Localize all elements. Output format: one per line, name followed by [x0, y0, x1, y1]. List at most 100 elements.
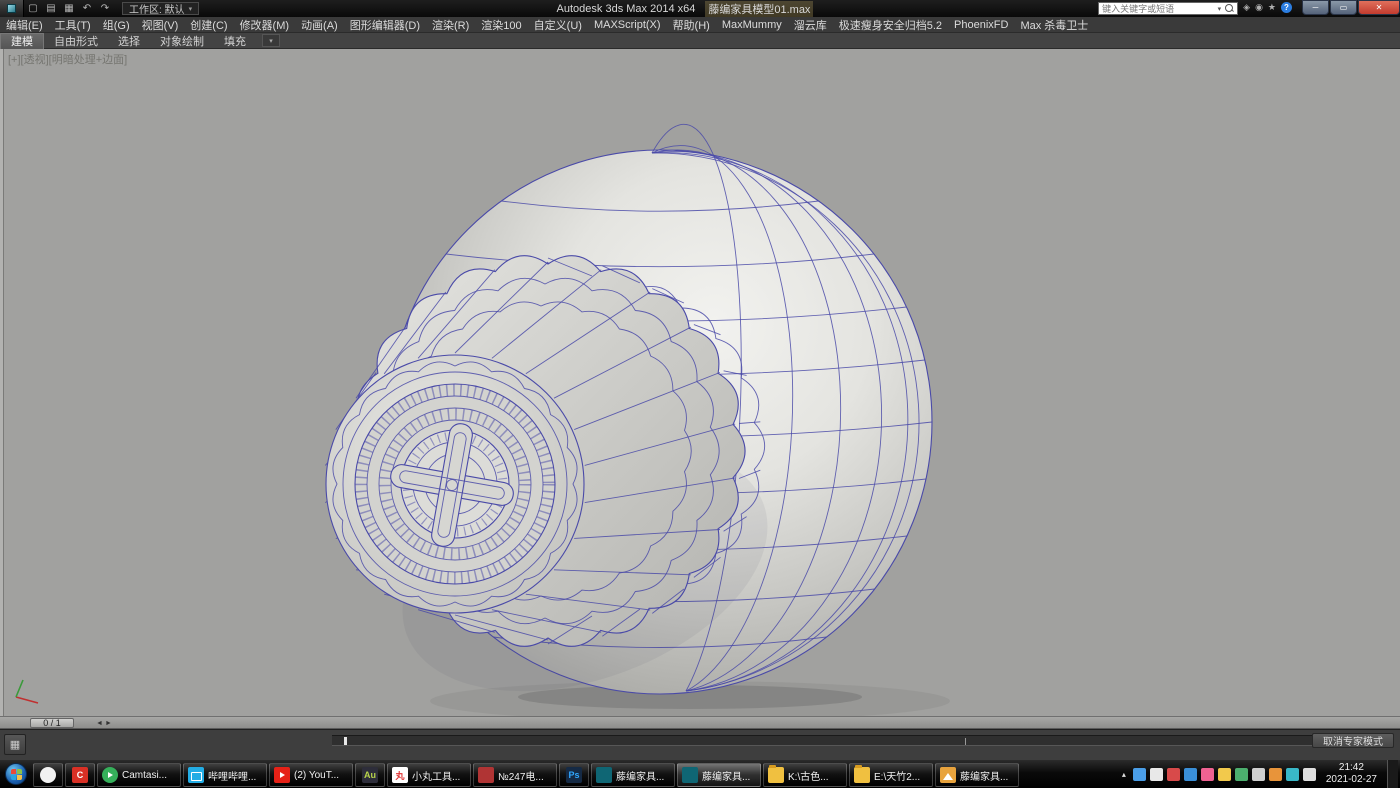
- minimize-button[interactable]: ─: [1302, 0, 1329, 15]
- taskbar-window-camtasia[interactable]: Camtasi...: [97, 763, 181, 787]
- menu-group[interactable]: 组(G): [97, 17, 136, 33]
- menu-rendering[interactable]: 渲染(R): [426, 17, 475, 33]
- scene-object-knob[interactable]: [0, 49, 1400, 716]
- xiaowan-toolbox-icon: 丸: [392, 767, 408, 783]
- new-scene-icon[interactable]: ▢: [24, 1, 42, 16]
- world-axis-gizmo: [16, 680, 38, 703]
- menu-modifiers[interactable]: 修改器(M): [234, 17, 296, 33]
- menu-phoenixfd[interactable]: PhoenixFD: [948, 17, 1014, 33]
- next-frame-button[interactable]: ►: [105, 720, 112, 727]
- ribbon-minimize-button[interactable]: ▾: [262, 34, 280, 47]
- open-filename: 藤编家具模型01.max: [705, 1, 813, 17]
- show-desktop-button[interactable]: [1387, 760, 1398, 788]
- taskbar-window-explorer-k[interactable]: K:\古色...: [763, 763, 847, 787]
- communication-center-icon[interactable]: ◉: [1255, 2, 1263, 13]
- tab-modeling[interactable]: 建模: [0, 33, 44, 49]
- menu-views[interactable]: 视图(V): [136, 17, 185, 33]
- taskbar-window-label: 哔哩哔哩...: [208, 768, 256, 783]
- taskbar-window-247[interactable]: №247电...: [473, 763, 557, 787]
- tray-icon-orange[interactable]: [1269, 768, 1282, 781]
- volume-icon[interactable]: [1303, 768, 1316, 781]
- open-file-icon[interactable]: ▤: [42, 1, 60, 16]
- taskbar-window-max-2[interactable]: 藤编家具...: [677, 763, 761, 787]
- tray-icon-teal[interactable]: [1286, 768, 1299, 781]
- 3dsmax-icon: [682, 767, 698, 783]
- windows-logo-icon: [5, 763, 27, 785]
- menu-help[interactable]: 帮助(H): [667, 17, 716, 33]
- save-file-icon[interactable]: ▦: [60, 1, 78, 16]
- tab-object-paint[interactable]: 对象绘制: [150, 33, 214, 49]
- redo-icon[interactable]: ↷: [96, 1, 114, 16]
- taskbar-app-audition[interactable]: Au: [355, 763, 385, 787]
- menubar: 编辑(E) 工具(T) 组(G) 视图(V) 创建(C) 修改器(M) 动画(A…: [0, 17, 1400, 33]
- tray-icon-white[interactable]: [1150, 768, 1163, 781]
- search-icon[interactable]: [1225, 3, 1235, 14]
- menu-graph-editors[interactable]: 图形编辑器(D): [344, 17, 426, 33]
- window-title: Autodesk 3ds Max 2014 x64 藤编家具模型01.max: [300, 0, 1070, 17]
- menu-customize[interactable]: 自定义(U): [528, 17, 588, 33]
- tray-icon-red[interactable]: [1167, 768, 1180, 781]
- start-button[interactable]: [0, 760, 32, 788]
- tray-icon-green[interactable]: [1235, 768, 1248, 781]
- youtube-icon: [274, 767, 290, 783]
- camtasia-icon: [102, 767, 118, 783]
- taskbar: C Camtasi... 哔哩哔哩... (2) YouT... Au 丸 小丸…: [0, 760, 1400, 788]
- menu-max-antivirus[interactable]: Max 杀毒卫士: [1014, 17, 1094, 33]
- tab-populate[interactable]: 填充: [214, 33, 256, 49]
- taskbar-window-xiaowan[interactable]: 丸 小丸工具...: [387, 763, 471, 787]
- exchange-apps-icon[interactable]: ◈: [1243, 2, 1250, 13]
- cancel-expert-mode-button[interactable]: 取消专家模式: [1312, 733, 1394, 748]
- search-input[interactable]: [1099, 4, 1217, 14]
- bilibili-icon: [188, 767, 204, 783]
- menu-maxscript[interactable]: MAXScript(X): [588, 17, 667, 33]
- tab-freeform[interactable]: 自由形式: [44, 33, 108, 49]
- tray-icon-skyblue[interactable]: [1184, 768, 1197, 781]
- system-tray: ▴ 21:42 2021-02-27: [1119, 760, 1400, 788]
- tray-expand-icon[interactable]: ▴: [1119, 770, 1129, 779]
- menu-create[interactable]: 创建(C): [184, 17, 233, 33]
- maximize-button[interactable]: ▭: [1330, 0, 1357, 15]
- previous-frame-button[interactable]: ◄: [96, 720, 103, 727]
- taskbar-window-max-1[interactable]: 藤编家具...: [591, 763, 675, 787]
- taskbar-app-c[interactable]: C: [65, 763, 95, 787]
- viewport-label[interactable]: [+][透视][明暗处理+边面]: [8, 51, 127, 67]
- menu-tools[interactable]: 工具(T): [49, 17, 97, 33]
- time-slider-handle[interactable]: 0 / 1: [30, 718, 74, 728]
- mini-curve-editor-button[interactable]: ▦: [4, 734, 26, 755]
- time-slider-track[interactable]: 0 / 1 ◄ ►: [0, 716, 1400, 729]
- help-icon[interactable]: ?: [1281, 2, 1292, 13]
- track-bar[interactable]: [332, 735, 1312, 746]
- tray-icon-gray[interactable]: [1252, 768, 1265, 781]
- taskbar-window-bilibili[interactable]: 哔哩哔哩...: [183, 763, 267, 787]
- taskbar-window-label: K:\古色...: [788, 768, 829, 783]
- taskbar-window-image[interactable]: 藤编家具...: [935, 763, 1019, 787]
- menu-liuyun[interactable]: 溜云库: [788, 17, 833, 33]
- favorites-icon[interactable]: ★: [1268, 2, 1276, 13]
- workspace-dropdown[interactable]: 工作区: 默认 ▾: [122, 2, 199, 15]
- menu-slim-archive[interactable]: 极速瘦身安全归档5.2: [833, 17, 948, 33]
- tab-selection[interactable]: 选择: [108, 33, 150, 49]
- window-controls: ─ ▭ ✕: [1301, 0, 1400, 15]
- track-bar-frame-marker[interactable]: [344, 737, 347, 745]
- tray-icon-pink[interactable]: [1201, 768, 1214, 781]
- audition-icon: Au: [362, 767, 378, 783]
- taskbar-clock[interactable]: 21:42 2021-02-27: [1320, 762, 1383, 786]
- taskbar-window-explorer-e[interactable]: E:\天竹2...: [849, 763, 933, 787]
- close-button[interactable]: ✕: [1358, 0, 1400, 15]
- menu-maxmummy[interactable]: MaxMummy: [716, 17, 788, 33]
- folder-icon: [768, 767, 784, 783]
- taskbar-app-pinned-1[interactable]: [33, 763, 63, 787]
- taskbar-window-youtube[interactable]: (2) YouT...: [269, 763, 353, 787]
- tray-icon-yellow[interactable]: [1218, 768, 1231, 781]
- search-scope-dropdown-icon[interactable]: ▾: [1218, 5, 1222, 13]
- menu-render100[interactable]: 渲染100: [475, 17, 527, 33]
- taskbar-app-photoshop[interactable]: Ps: [559, 763, 589, 787]
- application-menu-button[interactable]: [0, 0, 24, 17]
- app-247-icon: [478, 767, 494, 783]
- viewport-perspective[interactable]: [+][透视][明暗处理+边面]: [0, 49, 1400, 716]
- undo-icon[interactable]: ↶: [78, 1, 96, 16]
- menu-animation[interactable]: 动画(A): [295, 17, 344, 33]
- menu-edit[interactable]: 编辑(E): [0, 17, 49, 33]
- tray-icon-blue[interactable]: [1133, 768, 1146, 781]
- clock-time: 21:42: [1326, 762, 1377, 774]
